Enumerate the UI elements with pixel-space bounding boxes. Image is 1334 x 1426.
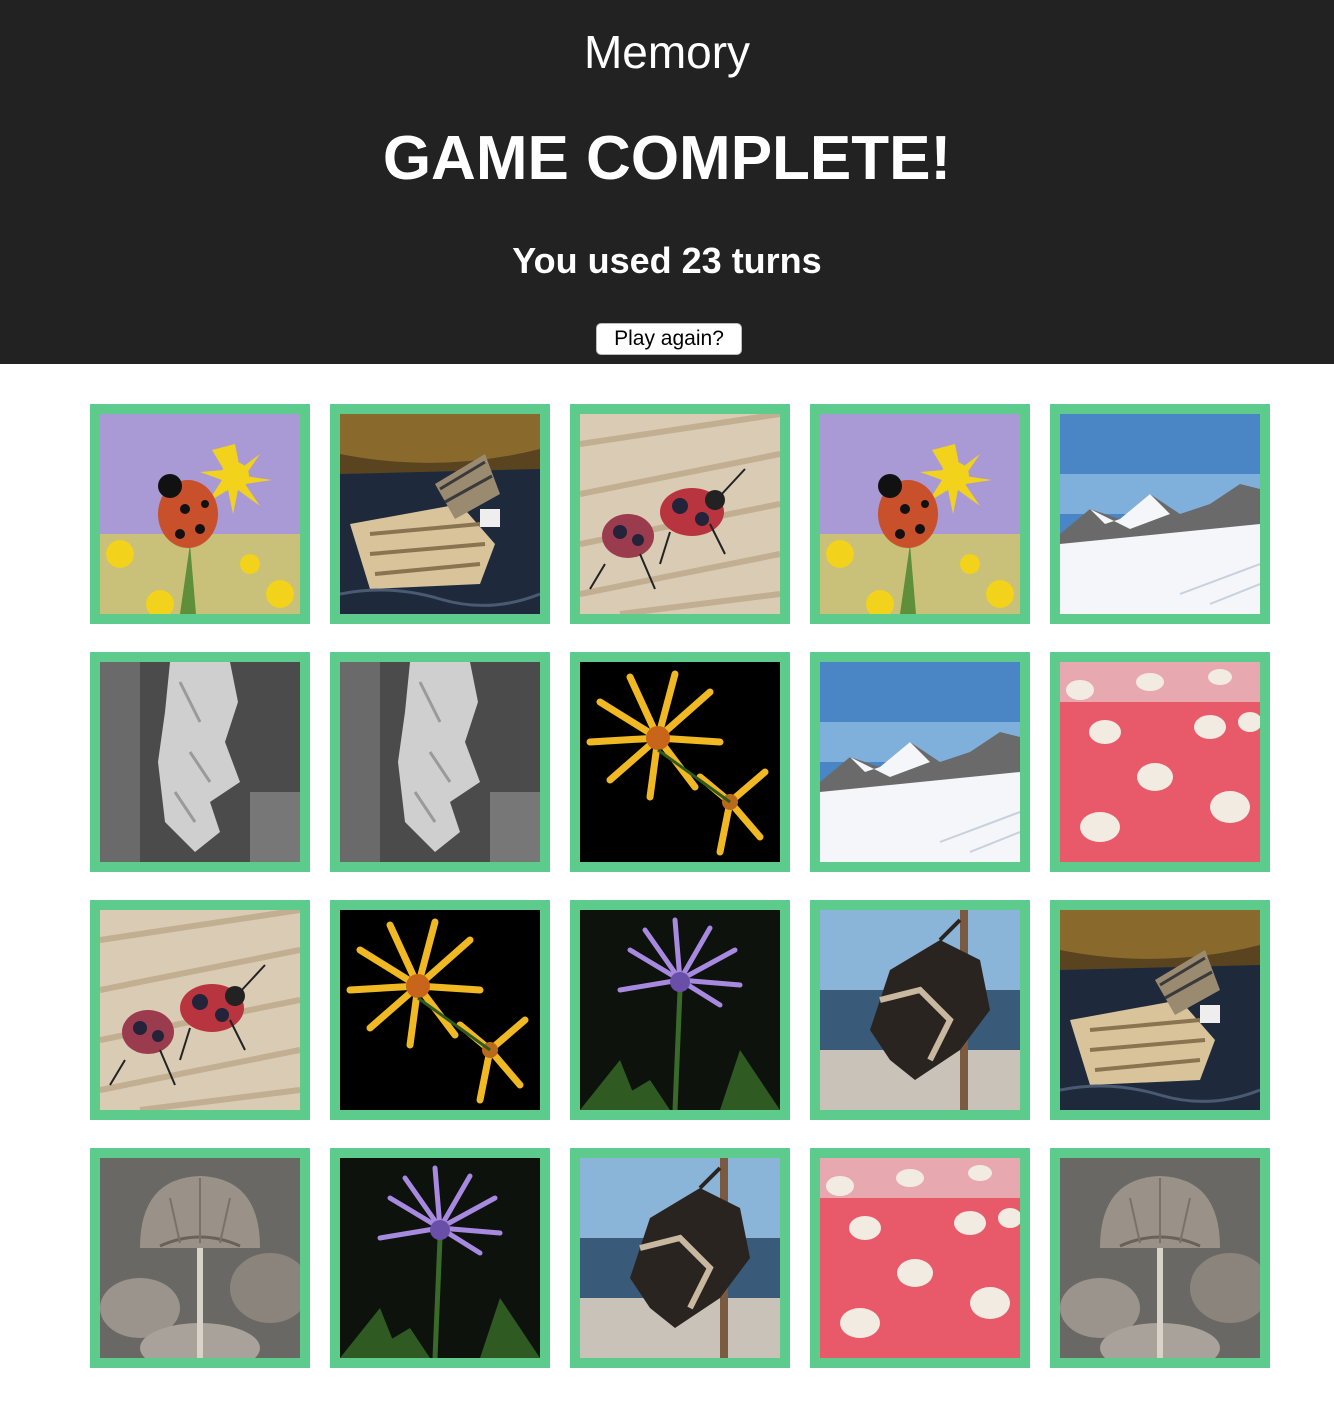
grey-mushroom-image <box>100 1158 300 1358</box>
memory-card-ladybug-on-yellow-flower[interactable] <box>90 404 310 624</box>
app-title: Memory <box>583 26 751 78</box>
pink-meringue-dots-image <box>820 1158 1020 1358</box>
memory-card-ladybug-on-yellow-flower[interactable] <box>810 404 1030 624</box>
purple-cornflower-image <box>340 1158 540 1358</box>
memory-card-icicle[interactable] <box>330 652 550 872</box>
purple-cornflower-image <box>580 910 780 1110</box>
memory-card-snowy-mountains[interactable] <box>1050 404 1270 624</box>
memory-card-yellow-daisy-on-black[interactable] <box>330 900 550 1120</box>
memory-card-icicle[interactable] <box>90 652 310 872</box>
memory-card-pink-meringue-dots[interactable] <box>810 1148 1030 1368</box>
wooden-boat-wreck-image <box>340 414 540 614</box>
memory-card-wooden-boat-wreck[interactable] <box>1050 900 1270 1120</box>
memory-card-grey-mushroom[interactable] <box>1050 1148 1270 1368</box>
wooden-boat-wreck-image <box>1060 910 1260 1110</box>
snowy-mountains-image <box>1060 414 1260 614</box>
ladybug-on-yellow-flower-image <box>820 414 1020 614</box>
memory-card-two-beetles-on-wood[interactable] <box>570 404 790 624</box>
memory-card-dried-leaf-on-stem[interactable] <box>810 900 1030 1120</box>
icicle-image <box>100 662 300 862</box>
memory-card-purple-cornflower[interactable] <box>570 900 790 1120</box>
memory-card-yellow-daisy-on-black[interactable] <box>570 652 790 872</box>
yellow-daisy-on-black-image <box>580 662 780 862</box>
memory-card-dried-leaf-on-stem[interactable] <box>570 1148 790 1368</box>
two-beetles-on-wood-image <box>580 414 780 614</box>
grey-mushroom-image <box>1060 1158 1260 1358</box>
memory-card-wooden-boat-wreck[interactable] <box>330 404 550 624</box>
two-beetles-on-wood-image <box>100 910 300 1110</box>
memory-card-purple-cornflower[interactable] <box>330 1148 550 1368</box>
turns-used-text: You used 23 turns <box>512 240 822 281</box>
dried-leaf-on-stem-image <box>580 1158 780 1358</box>
game-complete-title: GAME COMPLETE! <box>382 124 952 193</box>
ladybug-on-yellow-flower-image <box>100 414 300 614</box>
memory-card-two-beetles-on-wood[interactable] <box>90 900 310 1120</box>
yellow-daisy-on-black-image <box>340 910 540 1110</box>
memory-card-pink-meringue-dots[interactable] <box>1050 652 1270 872</box>
memory-card-grey-mushroom[interactable] <box>90 1148 310 1368</box>
pink-meringue-dots-image <box>1060 662 1260 862</box>
icicle-image <box>340 662 540 862</box>
snowy-mountains-image <box>820 662 1020 862</box>
dried-leaf-on-stem-image <box>820 910 1020 1110</box>
game-header: Memory GAME COMPLETE! You used 23 turns … <box>0 0 1334 364</box>
play-again-button[interactable]: Play again? <box>596 323 742 355</box>
memory-card-snowy-mountains[interactable] <box>810 652 1030 872</box>
